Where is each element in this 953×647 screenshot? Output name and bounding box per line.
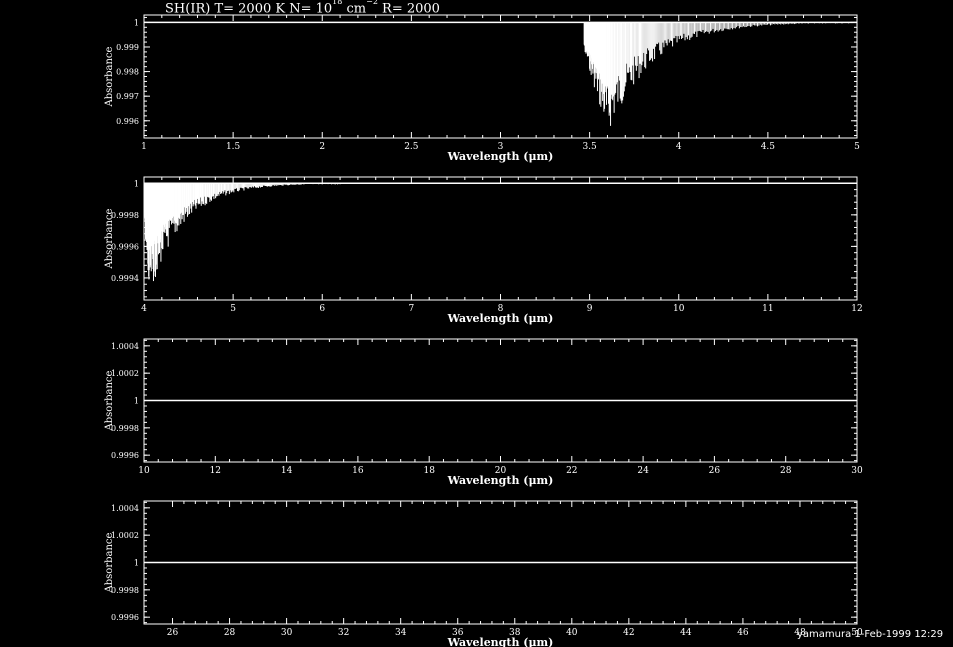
x-tick-label: 26 — [709, 466, 721, 476]
x-tick-label: 7 — [409, 304, 415, 314]
x-tick-label: 30 — [851, 466, 863, 476]
y-tick-label: 1 — [134, 397, 139, 406]
x-tick-label: 3.5 — [582, 142, 597, 152]
x-tick-label: 2 — [319, 142, 325, 152]
y-tick-label: 0.9998 — [111, 424, 139, 433]
y-tick-label: 0.996 — [116, 117, 139, 126]
y-tick-label: 1.0002 — [111, 531, 139, 540]
y-tick-label: 0.9996 — [111, 613, 139, 622]
x-tick-label: 11 — [762, 304, 773, 314]
y-axis-label: Absorbance — [104, 370, 115, 431]
x-tick-label: 10 — [673, 304, 685, 314]
x-tick-label: 18 — [423, 466, 435, 476]
x-tick-label: 4 — [676, 142, 682, 152]
y-tick-label: 0.999 — [116, 43, 139, 52]
plot-frame-1 — [143, 14, 858, 139]
y-tick-label: 1.0004 — [111, 504, 139, 513]
x-tick-label: 5 — [854, 142, 860, 152]
x-tick-label: 12 — [210, 466, 221, 476]
y-tick-label: 0.997 — [116, 92, 139, 101]
x-axis-label: Wavelength (μm) — [447, 474, 554, 487]
y-axis-label: Absorbance — [104, 208, 115, 269]
x-tick-label: 34 — [395, 628, 407, 638]
x-tick-label: 26 — [167, 628, 179, 638]
y-tick-label: 1 — [134, 559, 139, 568]
x-tick-label: 40 — [566, 628, 578, 638]
x-tick-label: 10 — [138, 466, 150, 476]
y-tick-label: 0.9996 — [111, 242, 139, 251]
x-tick-label: 4 — [141, 304, 147, 314]
x-tick-label: 4.5 — [761, 142, 776, 152]
x-tick-label: 5 — [230, 304, 236, 314]
x-tick-label: 2.5 — [404, 142, 419, 152]
x-tick-label: 16 — [352, 466, 364, 476]
y-tick-label: 1 — [134, 179, 139, 188]
x-tick-label: 1 — [141, 142, 147, 152]
y-tick-label: 0.9998 — [111, 586, 139, 595]
x-axis-label: Wavelength (μm) — [447, 150, 554, 163]
x-tick-label: 6 — [319, 304, 325, 314]
x-tick-label: 22 — [566, 466, 577, 476]
x-tick-label: 28 — [780, 466, 792, 476]
y-axis-label: Absorbance — [104, 46, 115, 107]
y-tick-label: 1.0004 — [111, 342, 139, 351]
x-tick-label: 9 — [587, 304, 593, 314]
x-tick-label: 14 — [281, 466, 293, 476]
x-tick-label: 1.5 — [226, 142, 241, 152]
x-tick-label: 28 — [224, 628, 236, 638]
x-tick-label: 42 — [623, 628, 634, 638]
y-tick-label: 1 — [134, 18, 139, 27]
y-tick-label: 0.998 — [116, 68, 139, 77]
y-tick-label: 0.9996 — [111, 451, 139, 460]
x-tick-label: 44 — [680, 628, 692, 638]
x-axis-label: Wavelength (μm) — [447, 636, 554, 647]
x-axis-label: Wavelength (μm) — [447, 312, 554, 325]
y-tick-label: 0.9998 — [111, 211, 139, 220]
spectrum-charts: 1 1.5 2 2.5 3 3.5 4 4.5 50.9960.9970.9980.9991Wa… — [104, 14, 863, 647]
y-axis-label: Absorbance — [104, 532, 115, 593]
y-tick-label: 0.9994 — [111, 274, 139, 283]
x-tick-label: 24 — [637, 466, 649, 476]
plot-frame-2 — [143, 176, 858, 301]
y-tick-label: 1.0002 — [111, 369, 139, 378]
x-tick-label: 30 — [281, 628, 293, 638]
footer-stamp: yamamura 1-Feb-1999 12:29 — [797, 629, 944, 640]
x-tick-label: 12 — [851, 304, 862, 314]
x-tick-label: 46 — [737, 628, 749, 638]
x-tick-label: 32 — [338, 628, 349, 638]
